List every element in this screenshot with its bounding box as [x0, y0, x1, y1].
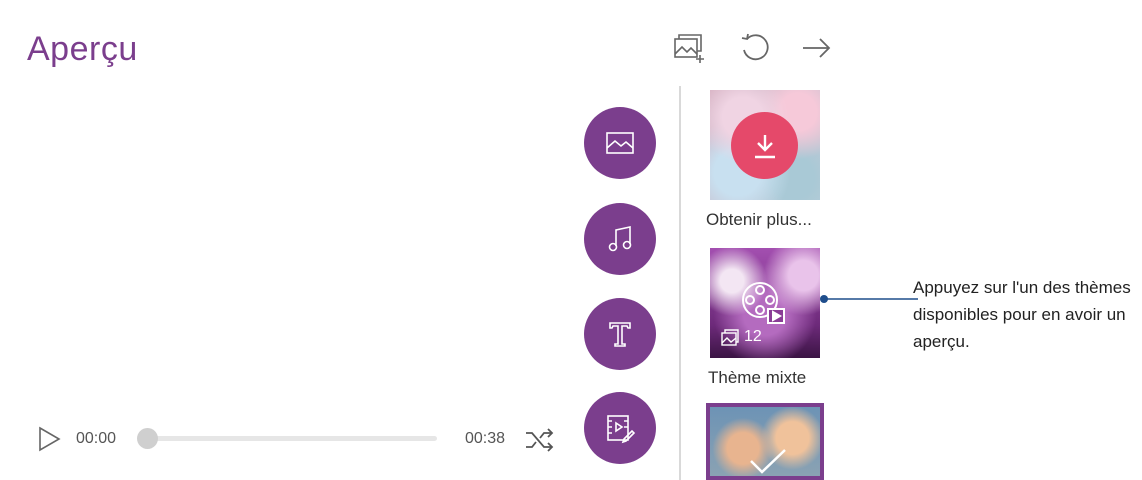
- arrow-right-icon[interactable]: [798, 30, 834, 66]
- seek-handle[interactable]: [137, 428, 158, 449]
- checkmark-icon: [750, 449, 786, 474]
- callout-line: [820, 295, 918, 303]
- theme-selected[interactable]: [706, 403, 824, 480]
- theme-label-mixed: Thème mixte: [708, 368, 807, 387]
- download-button[interactable]: [731, 112, 798, 179]
- panel-divider: [679, 86, 681, 480]
- film-reel-icon: [742, 282, 785, 324]
- add-image-button[interactable]: [584, 107, 656, 179]
- image-icon: [606, 132, 634, 154]
- add-photo-icon[interactable]: [670, 30, 706, 66]
- shuffle-icon[interactable]: [524, 428, 556, 452]
- download-icon: [754, 134, 775, 158]
- add-music-button[interactable]: [584, 203, 656, 275]
- refresh-icon[interactable]: [737, 30, 773, 66]
- theme-label-get-more: Obtenir plus...: [706, 210, 812, 229]
- current-time: 00:00: [76, 430, 117, 447]
- add-text-button[interactable]: [584, 298, 656, 370]
- play-icon[interactable]: [36, 426, 62, 452]
- theme-get-more[interactable]: [710, 90, 820, 200]
- text-icon: [609, 322, 631, 347]
- theme-mixed[interactable]: 12: [710, 248, 820, 358]
- theme-photo-count: 12: [744, 328, 762, 345]
- total-time: 00:38: [465, 430, 506, 447]
- page-title: Aperçu: [27, 30, 138, 68]
- callout-text: Appuyez sur l'un des thèmes disponibles …: [913, 278, 1131, 351]
- photos-icon: [721, 329, 739, 346]
- seek-bar[interactable]: [147, 436, 437, 441]
- video-edit-icon: [607, 415, 636, 444]
- edit-video-button[interactable]: [584, 392, 656, 464]
- music-note-icon: [608, 226, 632, 252]
